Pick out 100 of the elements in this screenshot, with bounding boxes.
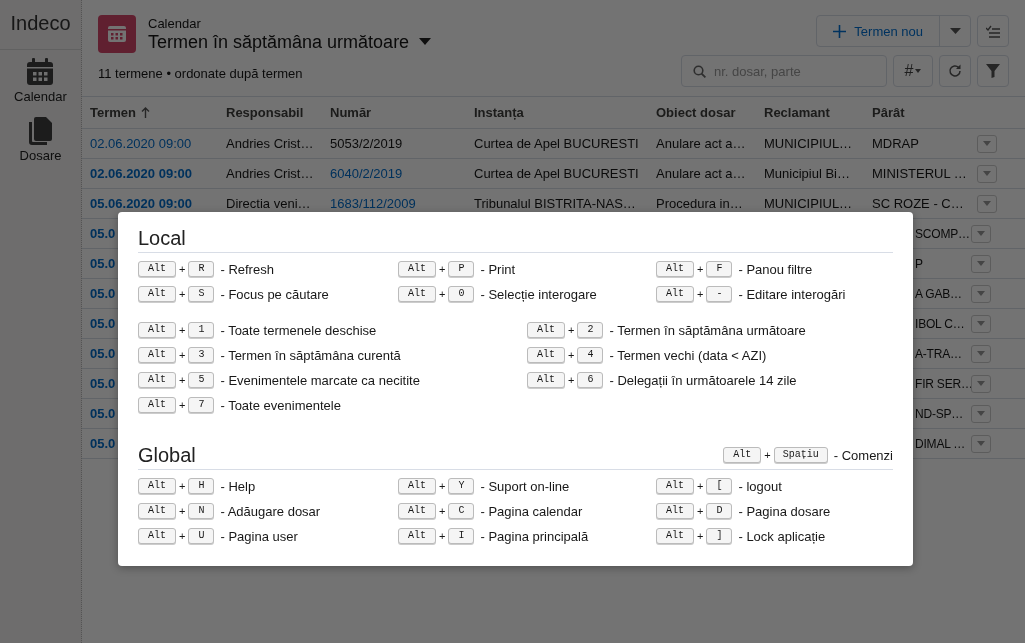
view-selector[interactable]: Termen în săptămâna următoare [148, 30, 432, 53]
row-menu-button[interactable] [971, 344, 991, 363]
keyboard-key: 5 [188, 372, 215, 388]
plus-sign: + [568, 374, 575, 386]
case-number-link[interactable]: 1683/112/2009 [330, 196, 416, 211]
date-link[interactable]: 02.06.2020 09:00 [90, 166, 192, 181]
caret-icon [983, 201, 991, 206]
shortcut-label: - Delegații în următoarele 14 zile [609, 372, 797, 388]
shortcut-label: - Termen vechi (data < AZI) [609, 347, 767, 363]
date-link[interactable]: 05.0 [90, 286, 116, 301]
plus-sign: + [697, 288, 704, 300]
plus-sign: + [697, 480, 704, 492]
date-link[interactable]: 05.0 [90, 346, 116, 361]
keyboard-key: R [188, 261, 215, 277]
plus-sign: + [179, 374, 186, 386]
plus-sign: + [179, 530, 186, 542]
plus-sign: + [697, 530, 704, 542]
defendant-cell: A GAB… [915, 286, 962, 301]
keyboard-key: 1 [188, 322, 215, 338]
row-menu-button[interactable] [977, 164, 997, 183]
plus-sign: + [179, 399, 186, 411]
refresh-button[interactable] [939, 55, 971, 87]
shortcut-label: - Panou filtre [738, 261, 813, 277]
column-header[interactable]: Termen [82, 105, 218, 120]
filter-button[interactable] [977, 55, 1009, 87]
keyboard-key: ] [706, 528, 733, 544]
row-menu-button[interactable] [971, 254, 991, 273]
sidebar-item[interactable]: Calendar [8, 50, 73, 109]
defendant-cell: P [915, 256, 923, 271]
plaintiff-cell: MUNICIPIUL… [764, 196, 853, 211]
court-cell: Curtea de Apel BUCURESTI [474, 166, 639, 181]
keyboard-key: Alt [398, 261, 436, 277]
caret-icon [977, 291, 985, 296]
row-menu-button[interactable] [971, 314, 991, 333]
shortcut-label: - Toate evenimentele [220, 397, 341, 413]
row-menu-button[interactable] [971, 374, 991, 393]
filter-icon [986, 64, 1000, 78]
keyboard-key: S [188, 286, 215, 302]
display-button[interactable]: # [893, 55, 933, 87]
app-logo: Indeco [0, 0, 81, 50]
column-header[interactable]: Obiect dosar [648, 105, 756, 120]
keyboard-key: P [448, 261, 475, 277]
calendar-icon [98, 15, 136, 53]
keyboard-key: Spațiu [773, 447, 828, 463]
caret-icon [977, 321, 985, 326]
person-cell: Andries Crist… [226, 166, 314, 181]
keyboard-key: Alt [656, 528, 694, 544]
plus-sign: + [568, 349, 575, 361]
row-menu-button[interactable] [971, 434, 991, 453]
list-settings-button[interactable] [977, 15, 1009, 47]
plaintiff-cell: MUNICIPIUL… [764, 136, 853, 151]
keyboard-key: N [188, 503, 215, 519]
shortcut-label: - Refresh [220, 261, 274, 277]
caret-icon [977, 351, 985, 356]
case-number-link[interactable]: 6040/2/2019 [330, 166, 403, 181]
plus-sign: + [179, 505, 186, 517]
plus-sign: + [179, 480, 186, 492]
column-header[interactable]: Reclamant [756, 105, 864, 120]
date-link[interactable]: 05.0 [90, 436, 116, 451]
keyboard-key: 3 [188, 347, 215, 363]
column-header[interactable]: Instanța [466, 105, 648, 120]
row-menu-button[interactable] [971, 224, 991, 243]
column-header[interactable]: Responsabil [218, 105, 322, 120]
shortcut-label: - Editare interogări [738, 286, 846, 302]
plus-sign: + [439, 505, 446, 517]
date-link[interactable]: 05.0 [90, 316, 116, 331]
plus-sign: + [568, 324, 575, 336]
column-header[interactable]: Număr [322, 105, 466, 120]
keyboard-key: 4 [577, 347, 604, 363]
caret-icon [977, 381, 985, 386]
plus-sign: + [764, 449, 771, 461]
sidebar-item[interactable]: Dosare [13, 109, 68, 168]
date-link[interactable]: 02.06.2020 09:00 [90, 136, 192, 151]
date-link[interactable]: 05.0 [90, 376, 116, 391]
date-link[interactable]: 05.0 [90, 406, 116, 421]
keyboard-key: Alt [138, 261, 176, 277]
keyboard-key: Alt [138, 528, 176, 544]
row-menu-button[interactable] [971, 284, 991, 303]
plus-sign: + [439, 263, 446, 275]
defendant-cell: SC ROZE - C… [872, 196, 964, 211]
row-menu-button[interactable] [977, 134, 997, 153]
keyboard-key: Alt [138, 347, 176, 363]
keyboard-key: Alt [527, 372, 565, 388]
date-link[interactable]: 05.0 [90, 256, 116, 271]
calendar-icon [25, 57, 56, 87]
keyboard-key: U [188, 528, 215, 544]
defendant-cell: FIR SER… [915, 376, 973, 391]
shortcut-label: - logout [738, 478, 782, 494]
date-link[interactable]: 05.06.2020 09:00 [90, 196, 192, 211]
row-menu-button[interactable] [977, 194, 997, 213]
shortcut-label: - Focus pe căutare [220, 286, 329, 302]
keyboard-key: I [448, 528, 475, 544]
caret-icon [977, 441, 985, 446]
caret-icon [977, 231, 985, 236]
shortcut-label: - Toate termenele deschise [220, 322, 377, 338]
row-menu-button[interactable] [971, 404, 991, 423]
column-header[interactable]: Pârât [864, 105, 967, 120]
shortcut-label: - Print [480, 261, 516, 277]
date-link[interactable]: 05.0 [90, 226, 116, 241]
documents-icon [27, 116, 54, 146]
